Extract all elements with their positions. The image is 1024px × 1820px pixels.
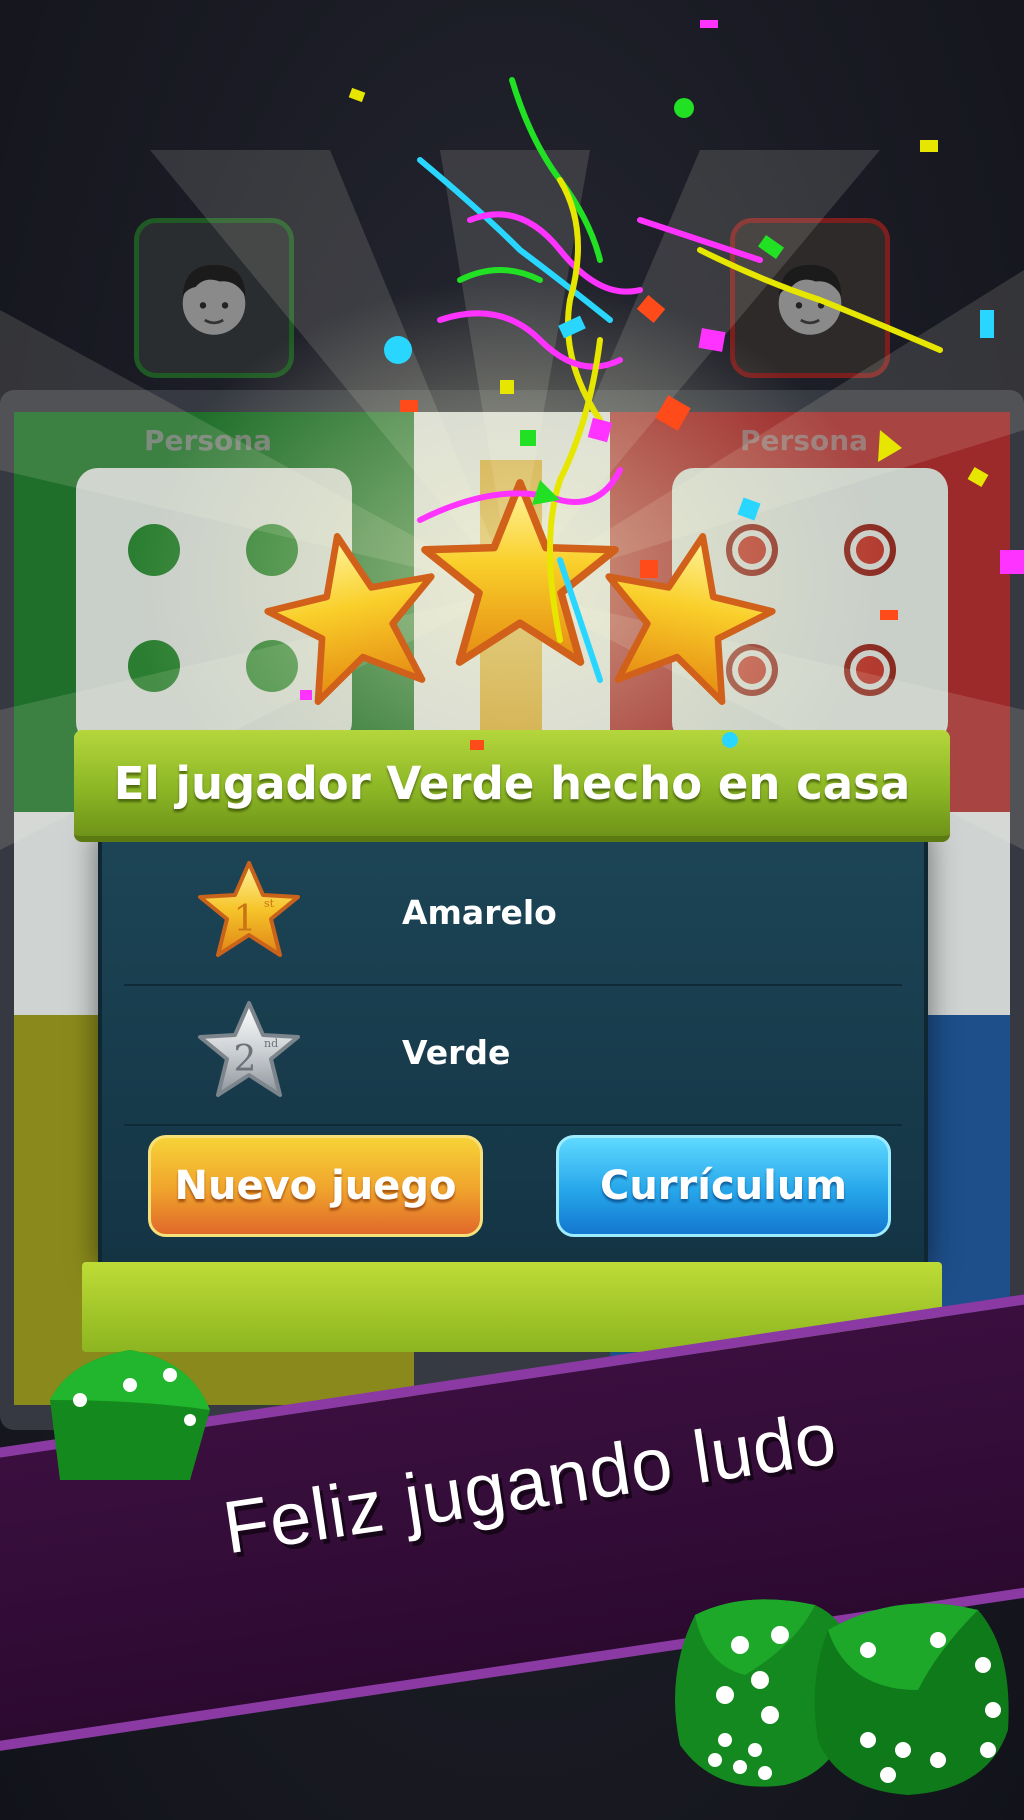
player-label-red: Persona xyxy=(740,424,869,457)
row-divider xyxy=(124,1124,902,1126)
new-game-button[interactable]: Nuevo juego xyxy=(148,1135,483,1237)
player-avatar-red xyxy=(730,218,890,378)
earned-stars xyxy=(264,479,776,706)
dice-icon xyxy=(50,1350,210,1480)
rank-suffix: st xyxy=(264,897,275,910)
rank-row: 1 st Amarelo xyxy=(120,852,900,972)
dice-icon xyxy=(814,1603,1009,1795)
token-green[interactable] xyxy=(128,640,180,692)
rank-suffix: nd xyxy=(264,1037,278,1050)
avatar-face-icon xyxy=(778,264,842,335)
token-red[interactable] xyxy=(844,644,896,696)
winner-title: El jugador Verde hecho en casa xyxy=(113,756,911,810)
game-screen: Persona Persona El jugador Verde hecho e… xyxy=(0,0,1024,1820)
player-label-green: Persona xyxy=(144,424,273,457)
rank-player-name: Amarelo xyxy=(402,892,557,932)
star-icon xyxy=(264,479,776,706)
avatar-face-icon xyxy=(182,264,246,335)
silver-star-icon: 2 nd xyxy=(198,1001,300,1097)
player-avatar-green xyxy=(134,218,294,378)
rank-row: 2 nd Verde xyxy=(120,992,900,1112)
gold-star-icon: 1 st xyxy=(198,861,300,957)
row-divider xyxy=(124,984,902,986)
rank-player-name: Verde xyxy=(402,1032,511,1072)
winner-banner: El jugador Verde hecho en casa xyxy=(74,730,950,842)
token-red[interactable] xyxy=(844,524,896,576)
rank-number: 2 xyxy=(234,1039,257,1080)
token-green[interactable] xyxy=(128,524,180,576)
summary-button[interactable]: Currículum xyxy=(556,1135,891,1237)
rank-number: 1 xyxy=(234,899,257,940)
